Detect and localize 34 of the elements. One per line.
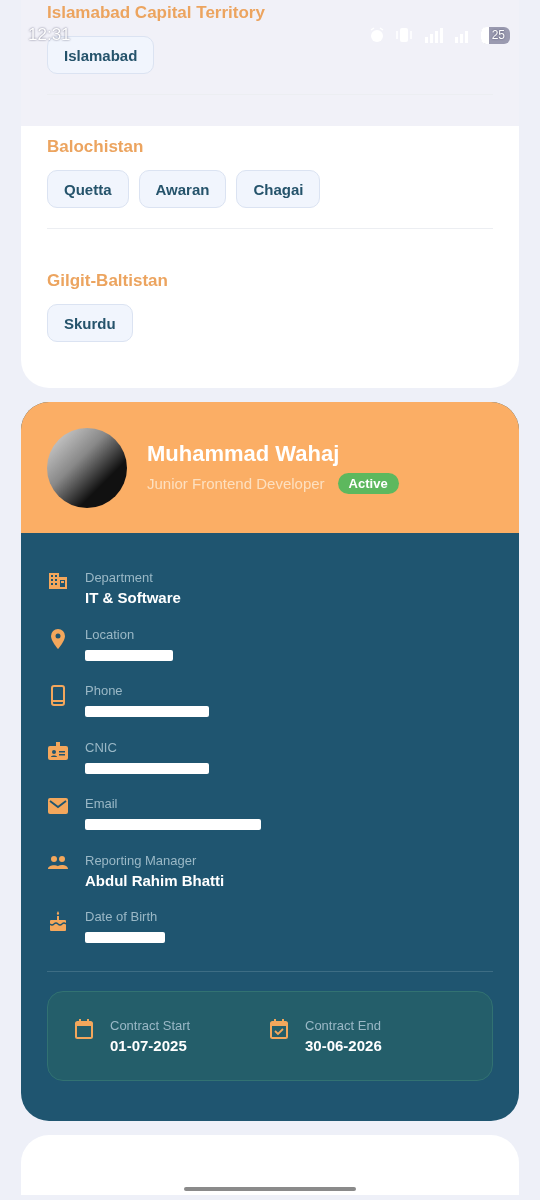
region-heading: Balochistan: [47, 137, 145, 157]
field-label: Email: [85, 796, 119, 811]
people-icon: [48, 854, 68, 869]
field-value: Abdul Rahim Bhatti: [85, 871, 225, 889]
field-value: 30-06-2026: [305, 1037, 382, 1054]
building-icon: [48, 572, 68, 590]
city-chip[interactable]: Islamabad: [47, 36, 155, 74]
home-indicator[interactable]: [184, 1187, 356, 1191]
city-chip[interactable]: Skurdu: [47, 304, 133, 342]
calendar-check-icon: [270, 1019, 288, 1039]
field-label: Contract End: [305, 1018, 382, 1033]
field-label: Location: [85, 626, 136, 642]
status-badge: Active: [337, 473, 399, 494]
field-label: Department: [85, 570, 154, 585]
field-label: Date of Birth: [85, 909, 159, 924]
field-label: Phone: [85, 683, 124, 698]
region-heading: Gilgit-Baltistan: [47, 271, 169, 291]
region-heading: Islamabad Capital Territory: [47, 3, 266, 23]
calendar-icon: [75, 1019, 93, 1039]
city-chip[interactable]: Awaran: [138, 170, 227, 208]
cake-icon: [49, 911, 67, 931]
field-label: Contract Start: [110, 1018, 191, 1033]
city-chip[interactable]: Chagai: [236, 170, 321, 208]
city-chip[interactable]: Quetta: [47, 170, 129, 208]
employee-name: Muhammad Wahaj: [147, 441, 341, 467]
id-badge-icon: [48, 741, 68, 760]
location-pin-icon: [51, 628, 65, 649]
field-label: Reporting Manager: [85, 852, 198, 868]
mail-icon: [48, 798, 68, 814]
field-label: CNIC: [85, 739, 118, 755]
field-value: 01-07-2025: [110, 1037, 188, 1054]
phone-icon: [51, 685, 65, 706]
field-value: IT & Software: [85, 589, 181, 606]
job-title: Junior Frontend Developer: [147, 475, 325, 492]
